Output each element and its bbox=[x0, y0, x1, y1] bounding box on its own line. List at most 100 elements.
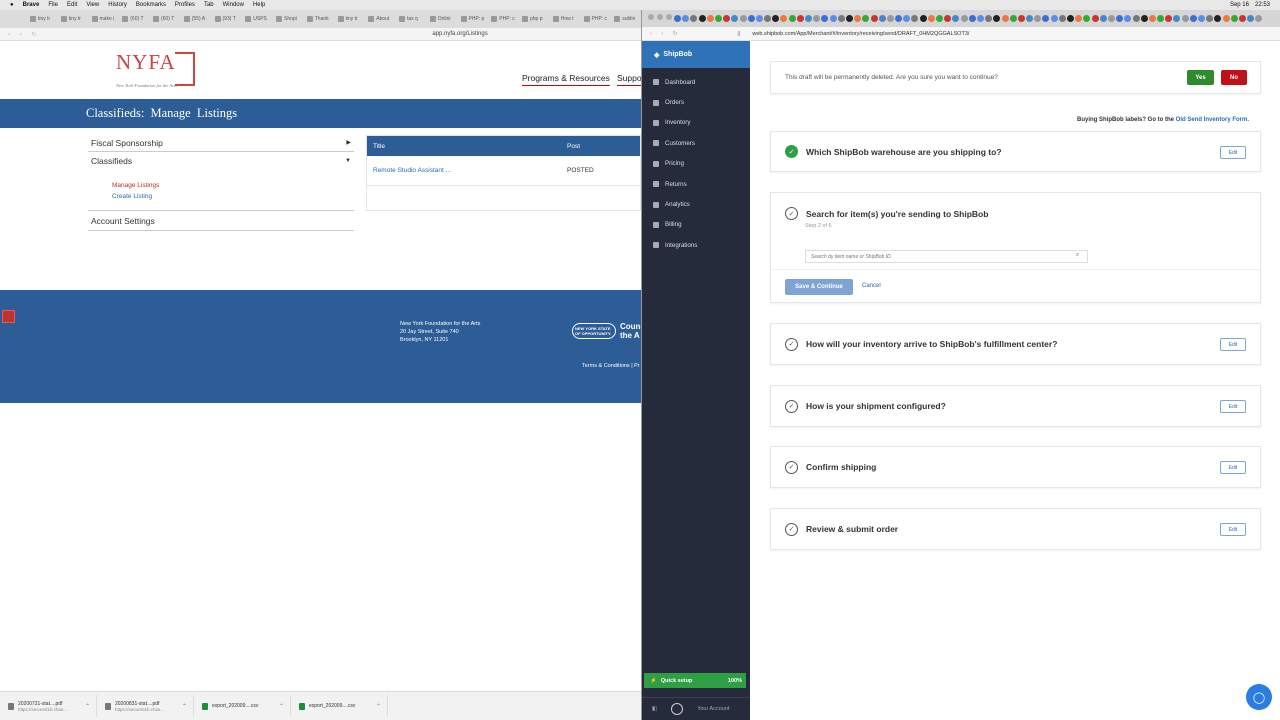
browser-tab[interactable]: tax q bbox=[399, 16, 426, 22]
sidebar-item-pricing[interactable]: Pricing bbox=[642, 154, 750, 174]
quick-setup-bar[interactable]: ⚡ Quick setup 100% bbox=[644, 673, 746, 688]
browser-tab[interactable]: Shopi bbox=[276, 16, 303, 22]
browser-tab[interactable]: sublin bbox=[614, 16, 641, 22]
tab-favicon-icon[interactable] bbox=[1255, 15, 1263, 22]
tab-favicon-icon[interactable] bbox=[1198, 15, 1205, 22]
browser-tab[interactable]: (55) A bbox=[183, 16, 211, 22]
tab-favicon-icon[interactable] bbox=[829, 15, 837, 22]
zoom-window-icon[interactable] bbox=[666, 14, 672, 20]
tab-favicon-icon[interactable] bbox=[1157, 15, 1165, 22]
search-icon[interactable]: ⌕ bbox=[1076, 252, 1079, 259]
menu-view[interactable]: View bbox=[86, 2, 99, 8]
tab-favicon-icon[interactable] bbox=[674, 15, 681, 22]
tab-favicon-icon[interactable] bbox=[690, 15, 698, 22]
browser-tab[interactable]: Thank bbox=[306, 16, 334, 22]
tab-favicon-icon[interactable] bbox=[976, 15, 984, 22]
edit-button[interactable]: Edit bbox=[1220, 461, 1246, 474]
menu-profiles[interactable]: Profiles bbox=[175, 2, 195, 8]
sidebar-item-returns[interactable]: Returns bbox=[642, 174, 750, 194]
download-item[interactable]: 20200731-stat....pdf https://secure01b.ch… bbox=[0, 695, 97, 717]
tab-favicon-icon[interactable] bbox=[1034, 15, 1042, 22]
tab-favicon-icon[interactable] bbox=[1230, 15, 1238, 22]
tab-favicon-icon[interactable] bbox=[1238, 15, 1246, 22]
tab-favicon-icon[interactable] bbox=[919, 15, 927, 22]
tab-favicon-icon[interactable] bbox=[1091, 15, 1099, 22]
bookmark-icon[interactable]: ▯ bbox=[737, 31, 740, 37]
tab-favicon-icon[interactable] bbox=[1050, 15, 1058, 22]
tab-favicon-icon[interactable] bbox=[862, 15, 870, 22]
tab-favicon-icon[interactable] bbox=[755, 15, 763, 22]
col-post[interactable]: Post bbox=[567, 143, 580, 150]
edit-button[interactable]: Edit bbox=[1220, 338, 1246, 351]
tab-favicon-icon[interactable] bbox=[706, 15, 714, 22]
tab-favicon-icon[interactable] bbox=[968, 15, 976, 22]
sidebar-item-analytics[interactable]: Analytics bbox=[642, 194, 750, 214]
menu-tab[interactable]: Tab bbox=[204, 2, 214, 8]
tab-favicon-icon[interactable] bbox=[837, 15, 845, 22]
menu-window[interactable]: Window bbox=[223, 2, 244, 8]
chevron-up-icon[interactable]: ⌃ bbox=[279, 703, 284, 710]
menubar-date[interactable]: Sep 16 bbox=[1230, 2, 1249, 8]
tab-favicon-icon[interactable] bbox=[772, 15, 780, 22]
tab-favicon-icon[interactable] bbox=[1026, 15, 1034, 22]
listing-title-link[interactable]: Remote Studio Assistant ... bbox=[367, 167, 567, 174]
tab-favicon-icon[interactable] bbox=[1067, 15, 1074, 22]
tab-favicon-icon[interactable] bbox=[993, 15, 1001, 22]
shipbob-logo[interactable]: ◆ ShipBob bbox=[642, 41, 750, 68]
right-url-text[interactable]: web.shipbob.com/App/Merchant/#/inventory… bbox=[752, 31, 969, 37]
browser-tab[interactable]: PHP: c bbox=[583, 16, 611, 22]
sidebar-item-dashboard[interactable]: Dashboard bbox=[642, 72, 750, 92]
tab-favicon-icon[interactable] bbox=[1189, 15, 1197, 22]
old-send-inventory-link[interactable]: Old Send Inventory Form. bbox=[1176, 117, 1249, 123]
item-search-input[interactable] bbox=[805, 250, 1088, 263]
tab-favicon-icon[interactable] bbox=[1140, 15, 1148, 22]
tab-favicon-icon[interactable] bbox=[739, 15, 747, 22]
save-continue-button[interactable]: Save & Continue bbox=[785, 279, 853, 295]
tab-favicon-icon[interactable] bbox=[796, 15, 804, 22]
browser-tab[interactable]: tiny tr bbox=[60, 16, 88, 22]
menubar-time[interactable]: 22:53 bbox=[1255, 2, 1270, 8]
tab-favicon-icon[interactable] bbox=[903, 15, 911, 22]
tab-favicon-icon[interactable] bbox=[870, 15, 878, 22]
apple-icon[interactable]: ● bbox=[10, 2, 14, 8]
footer-terms-link[interactable]: Terms & Conditions | Pr bbox=[582, 363, 640, 369]
browser-tab[interactable]: tiny tr bbox=[337, 16, 365, 22]
tab-favicon-icon[interactable] bbox=[845, 15, 853, 22]
tab-favicon-icon[interactable] bbox=[1173, 15, 1181, 22]
yes-button[interactable]: Yes bbox=[1187, 70, 1214, 85]
tab-favicon-icon[interactable] bbox=[747, 15, 755, 22]
tab-favicon-icon[interactable] bbox=[1124, 15, 1132, 22]
chat-help-icon[interactable]: ◯ bbox=[1246, 684, 1272, 710]
sidebar-item-customers[interactable]: Customers bbox=[642, 133, 750, 153]
tab-favicon-icon[interactable] bbox=[1017, 15, 1025, 22]
account-menu[interactable]: ◧ Your Account bbox=[642, 697, 750, 720]
tab-favicon-icon[interactable] bbox=[952, 15, 960, 22]
download-item[interactable]: 20200831-stat....pdf https://secure01b.ch… bbox=[97, 695, 194, 717]
tab-favicon-icon[interactable] bbox=[1083, 15, 1091, 22]
nav-programs-resources[interactable]: Programs & Resources bbox=[522, 73, 610, 86]
chevron-up-icon[interactable]: ⌃ bbox=[376, 703, 381, 710]
tab-favicon-icon[interactable] bbox=[1148, 15, 1156, 22]
nyfa-logo[interactable]: NYFA New York Foundation for the Arts bbox=[116, 50, 198, 92]
cancel-link[interactable]: Cancel bbox=[862, 283, 881, 289]
nav-arrows-icon[interactable]: ‹ › ↻ bbox=[0, 31, 40, 38]
council-logo[interactable]: NEW YORK STATE OF OPPORTUNITY. Counc the… bbox=[572, 322, 645, 340]
tab-favicon-icon[interactable] bbox=[731, 15, 739, 22]
tab-favicon-icon[interactable] bbox=[1214, 15, 1222, 22]
sidenav-classifieds[interactable]: Classifieds ▼ bbox=[88, 152, 354, 170]
tab-favicon-icon[interactable] bbox=[1107, 15, 1115, 22]
tab-favicon-icon[interactable] bbox=[911, 15, 919, 22]
menu-history[interactable]: History bbox=[108, 2, 127, 8]
tab-favicon-icon[interactable] bbox=[1001, 15, 1009, 22]
sidenav-fiscal-sponsorship[interactable]: Fiscal Sponsorship ▶ bbox=[88, 134, 354, 152]
tab-favicon-icon[interactable] bbox=[936, 15, 943, 22]
tab-favicon-icon[interactable] bbox=[944, 15, 952, 22]
download-item[interactable]: export_202009....csv ⌃ bbox=[194, 695, 291, 717]
minimize-window-icon[interactable] bbox=[657, 14, 663, 20]
tab-favicon-icon[interactable] bbox=[821, 15, 829, 22]
menu-app-name[interactable]: Brave bbox=[23, 2, 40, 8]
tab-favicon-icon[interactable] bbox=[1181, 15, 1189, 22]
browser-tab[interactable]: make i bbox=[91, 16, 119, 22]
sidebar-item-inventory[interactable]: Inventory bbox=[642, 113, 750, 133]
tab-favicon-icon[interactable] bbox=[985, 15, 993, 22]
